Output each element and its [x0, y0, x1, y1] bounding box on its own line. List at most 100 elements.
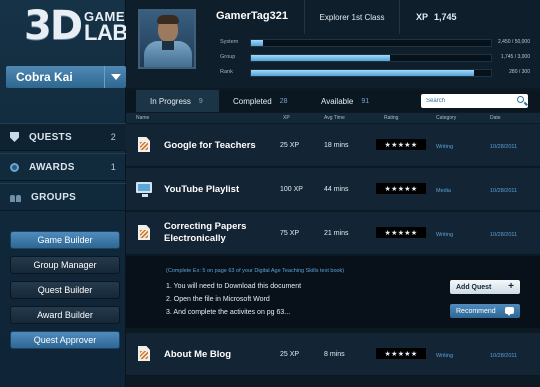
stat-label: Group	[220, 54, 236, 60]
quest-title[interactable]: About Me Blog	[164, 349, 274, 361]
tab-label: Available	[321, 96, 354, 106]
stat-row-system: System 2,450 / 50,000	[216, 37, 530, 50]
sidebar-item-count: 2	[110, 132, 116, 142]
star-rating: ★★★★★	[376, 139, 426, 150]
quest-category[interactable]: Writing	[436, 144, 453, 150]
document-icon	[138, 225, 150, 240]
column-header-xp[interactable]: XP	[283, 115, 290, 121]
table-row[interactable]: Google for Teachers 25 XP 18 mins ★★★★★ …	[126, 124, 540, 167]
logo-lab: LAB	[84, 19, 128, 45]
award-builder-button[interactable]: Award Builder	[10, 306, 120, 324]
quest-time: 44 mins	[324, 186, 349, 193]
shield-icon	[10, 132, 19, 142]
speech-bubble-icon	[505, 307, 514, 316]
document-icon	[138, 137, 150, 152]
monitor-icon	[136, 182, 152, 197]
search-box[interactable]	[421, 94, 528, 108]
tab-count: 9	[198, 97, 203, 105]
column-header-avg-time[interactable]: Avg Time	[324, 115, 345, 121]
column-header-rating[interactable]: Rating	[384, 115, 398, 121]
quest-step: 3. And complete the activites on pg 63..…	[166, 309, 291, 316]
star-rating: ★★★★★	[376, 227, 426, 238]
xp-total: XP 1,745	[400, 0, 496, 34]
tab-count: 28	[279, 97, 288, 105]
stat-value: 280 / 300	[509, 69, 530, 75]
add-quest-label: Add Quest	[456, 283, 492, 291]
quest-builder-button[interactable]: Quest Builder	[10, 281, 120, 299]
quest-category[interactable]: Writing	[436, 232, 453, 238]
team-name: Cobra Kai	[16, 70, 73, 84]
logo-3d: 3D	[24, 3, 83, 49]
table-row[interactable]: YouTube Playlist 100 XP 44 mins ★★★★★ Me…	[126, 168, 540, 211]
sidebar-item-awards[interactable]: AWARDS 1	[0, 153, 126, 181]
quest-date: 10/28/2011	[490, 144, 518, 150]
tab-available[interactable]: Available 91	[307, 90, 385, 112]
quest-detail-panel: (Complete Ex: 5 on page 63 of your Digit…	[126, 256, 540, 328]
quest-xp: 75 XP	[280, 230, 300, 237]
xp-value: 1,745	[434, 12, 457, 22]
search-input[interactable]	[426, 94, 512, 108]
team-select[interactable]: Cobra Kai	[6, 66, 126, 88]
column-header-date[interactable]: Date	[490, 115, 501, 121]
sidebar: 3D GAME LAB Cobra Kai QUESTS 2 AWARDS 1 …	[0, 0, 128, 387]
quest-category[interactable]: Writing	[436, 353, 453, 359]
quest-xp: 25 XP	[280, 142, 300, 149]
game-builder-button[interactable]: Game Builder	[10, 231, 120, 249]
progress-track	[250, 69, 492, 77]
main-panel: GamerTag321 Explorer 1st Class XP 1,745 …	[126, 0, 540, 387]
quest-step: 2. Open the file in Microsoft Word	[166, 296, 270, 303]
stat-value: 1,745 / 3,000	[500, 54, 530, 60]
table-row[interactable]: Correcting Papers Electronically 75 XP 2…	[126, 212, 540, 255]
stat-label: Rank	[220, 69, 233, 75]
quest-date: 10/28/2011	[490, 353, 518, 359]
chevron-down-icon[interactable]	[104, 66, 126, 88]
logo-words: GAME LAB	[84, 10, 128, 45]
quest-date: 10/28/2011	[490, 188, 518, 194]
star-rating: ★★★★★	[376, 348, 426, 359]
quest-time: 21 mins	[324, 230, 349, 237]
group-manager-button[interactable]: Group Manager	[10, 256, 120, 274]
tab-count: 91	[361, 97, 370, 105]
quest-title[interactable]: Correcting Papers Electronically	[164, 221, 274, 245]
tab-label: Completed	[233, 96, 272, 106]
progress-fill	[251, 55, 391, 61]
quest-time: 18 mins	[324, 142, 349, 149]
sidebar-item-label: GROUPS	[31, 191, 77, 203]
table-row[interactable]: About Me Blog 25 XP 8 mins ★★★★★ Writing…	[126, 333, 540, 376]
app: 3D GAME LAB Cobra Kai QUESTS 2 AWARDS 1 …	[0, 0, 540, 387]
tab-completed[interactable]: Completed 28	[219, 90, 307, 112]
stats-panel: System 2,450 / 50,000 Group 1,745 / 3,00…	[216, 36, 530, 82]
avatar-hair	[157, 15, 179, 24]
recommend-button[interactable]: Recommend	[450, 304, 520, 318]
progress-track	[250, 39, 492, 47]
medal-icon	[10, 162, 19, 172]
progress-track	[250, 54, 492, 62]
search-icon[interactable]	[517, 96, 524, 103]
quest-title[interactable]: Google for Teachers	[164, 140, 274, 152]
sidebar-item-quests[interactable]: QUESTS 2	[0, 123, 126, 151]
column-header-name[interactable]: Name	[136, 115, 149, 121]
quest-category[interactable]: Media	[436, 188, 451, 194]
quest-xp: 100 XP	[280, 186, 303, 193]
stat-row-rank: Rank 280 / 300	[216, 67, 530, 80]
plus-icon: +	[508, 281, 514, 292]
stat-row-group: Group 1,745 / 3,000	[216, 52, 530, 65]
sidebar-item-groups[interactable]: GROUPS	[0, 183, 126, 211]
quest-approver-button[interactable]: Quest Approver	[10, 331, 120, 349]
add-quest-button[interactable]: Add Quest +	[450, 280, 520, 294]
quest-note: (Complete Ex: 5 on page 63 of your Digit…	[166, 268, 345, 274]
stat-label: System	[220, 39, 239, 45]
sidebar-item-label: AWARDS	[29, 161, 75, 173]
recommend-label: Recommend	[456, 307, 496, 315]
profile-bar: GamerTag321 Explorer 1st Class XP 1,745 …	[126, 0, 540, 88]
table-header: Name XP Avg Time Rating Category Date	[126, 113, 540, 123]
column-header-category[interactable]: Category	[436, 115, 456, 121]
tab-in-progress[interactable]: In Progress 9	[136, 90, 219, 112]
quest-tabs: In Progress 9 Completed 28 Available 91	[126, 90, 540, 112]
quest-title[interactable]: YouTube Playlist	[164, 184, 274, 196]
stat-value: 2,450 / 50,000	[498, 39, 530, 45]
document-icon	[138, 346, 150, 361]
tab-label: In Progress	[150, 96, 191, 106]
progress-fill	[251, 40, 263, 46]
progress-fill	[251, 70, 475, 76]
